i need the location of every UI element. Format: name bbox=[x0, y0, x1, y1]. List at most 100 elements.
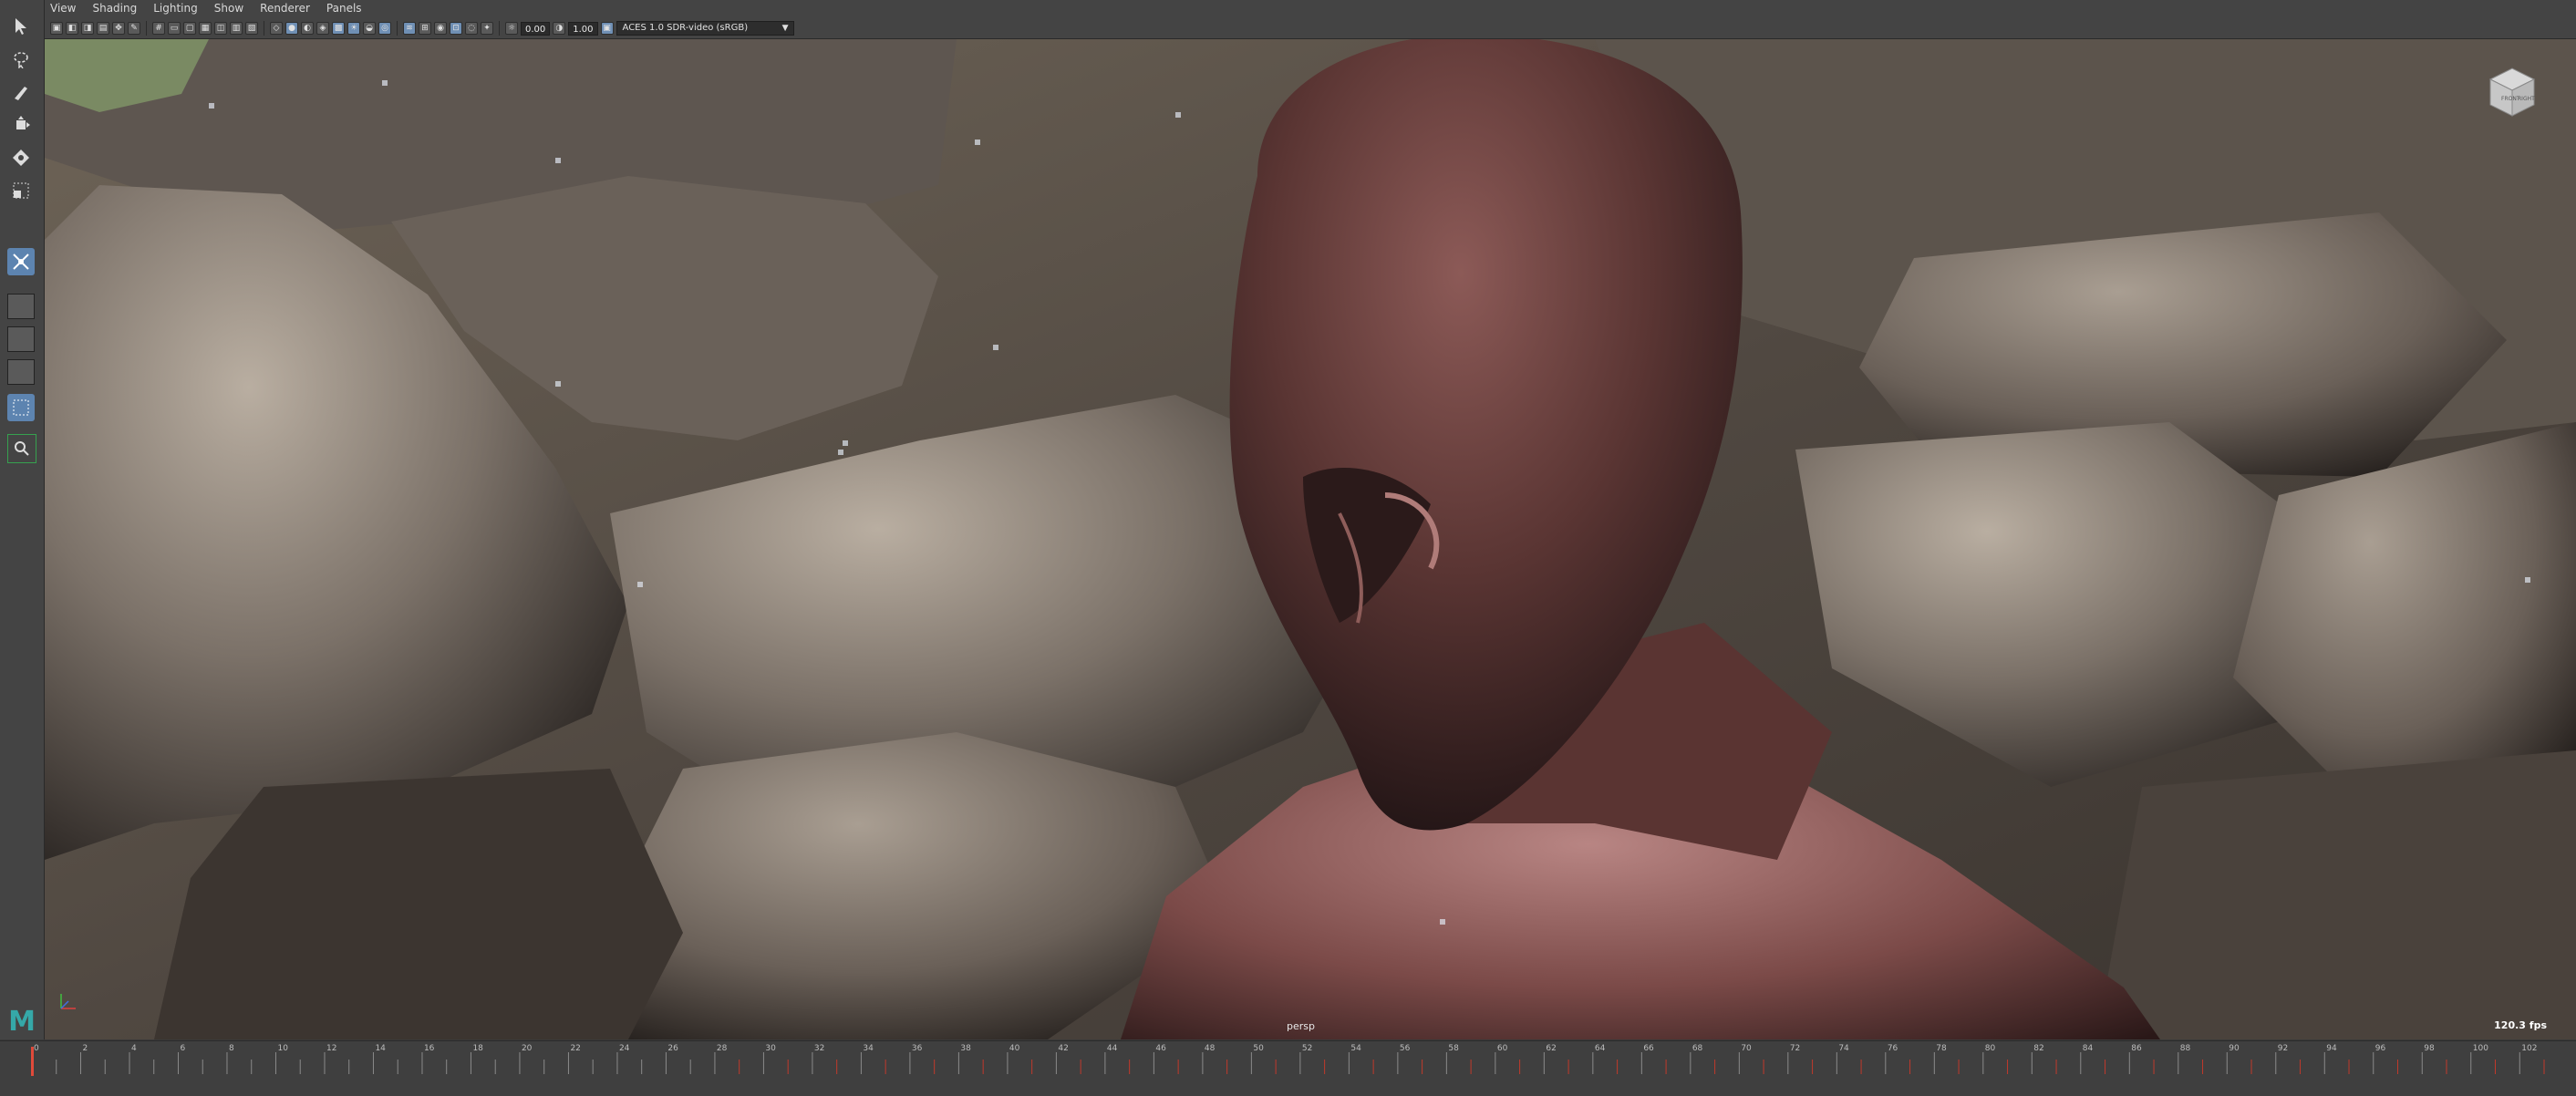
frame-tick-label: 62 bbox=[1546, 1044, 1556, 1053]
separator bbox=[397, 21, 398, 36]
four-pane-layout-icon[interactable] bbox=[7, 326, 35, 352]
safe-action-icon[interactable]: ▥ bbox=[230, 22, 243, 35]
frame-tick-label: 48 bbox=[1205, 1044, 1216, 1053]
rotate-tool-icon[interactable] bbox=[7, 144, 35, 171]
field-chart-icon[interactable]: ◫ bbox=[214, 22, 227, 35]
gamma-field[interactable]: 1.00 bbox=[568, 21, 598, 36]
safe-title-icon[interactable]: ▧ bbox=[245, 22, 258, 35]
camera-attributes-icon[interactable]: ◧ bbox=[66, 22, 78, 35]
frame-tick-label: 74 bbox=[1838, 1044, 1849, 1053]
xray-joints-icon[interactable]: ✦ bbox=[481, 22, 493, 35]
search-icon[interactable] bbox=[7, 434, 36, 463]
tool-box bbox=[0, 0, 45, 1039]
single-pane-layout-icon[interactable] bbox=[7, 294, 35, 319]
fps-label: 120.3 fps bbox=[2494, 1019, 2547, 1031]
frame-tick-label: 72 bbox=[1790, 1044, 1800, 1053]
panel-menu: View Shading Lighting Show Renderer Pane… bbox=[50, 2, 362, 18]
wireframe-icon[interactable]: ◇ bbox=[270, 22, 283, 35]
frame-tick-label: 12 bbox=[326, 1044, 336, 1053]
resolution-gate-icon[interactable]: ▢ bbox=[183, 22, 196, 35]
paint-select-tool-icon[interactable] bbox=[7, 78, 35, 106]
depth-of-field-icon[interactable]: ◉ bbox=[434, 22, 447, 35]
frame-tick-label: 36 bbox=[912, 1044, 923, 1053]
gate-mask-icon[interactable]: ▦ bbox=[199, 22, 212, 35]
outliner-layout-icon[interactable] bbox=[7, 394, 35, 421]
image-plane-icon[interactable]: ▤ bbox=[97, 22, 109, 35]
snap-move-tool-icon[interactable] bbox=[7, 248, 35, 275]
select-tool-icon[interactable] bbox=[7, 13, 35, 40]
isolate-select-icon[interactable]: ⊡ bbox=[450, 22, 462, 35]
frame-tick-label: 98 bbox=[2424, 1044, 2435, 1053]
menu-show[interactable]: Show bbox=[214, 2, 243, 18]
frame-tick-label: 68 bbox=[1692, 1044, 1703, 1053]
separator bbox=[499, 21, 500, 36]
color-management-icon[interactable]: ▣ bbox=[600, 22, 614, 35]
frame-tick-label: 24 bbox=[619, 1044, 630, 1053]
menu-renderer[interactable]: Renderer bbox=[260, 2, 310, 18]
frame-tick-label: 32 bbox=[814, 1044, 824, 1053]
viewport-persp[interactable]: FRONT RIGHT persp 120.3 fps bbox=[45, 39, 2576, 1039]
xray-icon[interactable]: ◌ bbox=[465, 22, 478, 35]
smooth-shade-icon[interactable]: ● bbox=[285, 22, 298, 35]
default-material-icon[interactable]: ◐ bbox=[301, 22, 314, 35]
2d-pan-zoom-icon[interactable]: ✥ bbox=[112, 22, 125, 35]
frame-tick-label: 90 bbox=[2229, 1044, 2240, 1053]
lasso-tool-icon[interactable] bbox=[7, 46, 35, 73]
select-camera-icon[interactable]: ▣ bbox=[50, 22, 63, 35]
motion-blur-icon[interactable]: ≋ bbox=[403, 22, 416, 35]
frame-tick-label: 14 bbox=[375, 1044, 386, 1053]
menu-panels[interactable]: Panels bbox=[326, 2, 362, 18]
grid-icon[interactable]: # bbox=[152, 22, 165, 35]
frame-tick-label: 78 bbox=[1936, 1044, 1947, 1053]
frame-tick-label: 100 bbox=[2473, 1044, 2488, 1053]
exposure-field[interactable]: 0.00 bbox=[521, 21, 551, 36]
move-tool-icon[interactable] bbox=[7, 111, 35, 139]
frame-tick-label: 26 bbox=[667, 1044, 678, 1053]
chevron-down-icon: ▼ bbox=[781, 24, 789, 33]
frame-tick-label: 0 bbox=[34, 1044, 39, 1053]
frame-tick-label: 42 bbox=[1058, 1044, 1068, 1053]
menu-view[interactable]: View bbox=[50, 2, 76, 18]
frame-tick-label: 4 bbox=[131, 1044, 137, 1053]
multisample-aa-icon[interactable]: ⊞ bbox=[419, 22, 431, 35]
separator bbox=[146, 21, 147, 36]
menu-lighting[interactable]: Lighting bbox=[153, 2, 198, 18]
frame-tick-label: 102 bbox=[2521, 1044, 2537, 1053]
frame-tick-label: 58 bbox=[1448, 1044, 1459, 1053]
frame-tick-label: 38 bbox=[960, 1044, 971, 1053]
frame-tick-label: 34 bbox=[863, 1044, 874, 1053]
gamma-icon[interactable]: ◑ bbox=[553, 22, 566, 35]
axis-gizmo-icon bbox=[60, 994, 76, 1009]
textured-icon[interactable]: ▩ bbox=[332, 22, 345, 35]
camera-label: persp bbox=[1287, 1020, 1315, 1032]
colorspace-dropdown[interactable]: ACES 1.0 SDR-video (sRGB) ▼ bbox=[616, 21, 794, 36]
bookmark-icon[interactable]: ◨ bbox=[81, 22, 94, 35]
frame-tick-label: 10 bbox=[277, 1044, 288, 1053]
frame-tick-label: 76 bbox=[1888, 1044, 1898, 1053]
maya-logo: M bbox=[0, 1003, 44, 1039]
exposure-icon[interactable]: ☼ bbox=[505, 22, 518, 35]
wireframe-on-shaded-icon[interactable]: ◈ bbox=[316, 22, 329, 35]
frame-tick-label: 92 bbox=[2278, 1044, 2288, 1053]
lighting-icon[interactable]: ☀ bbox=[347, 22, 360, 35]
frame-tick-label: 16 bbox=[424, 1044, 435, 1053]
frame-tick-label: 8 bbox=[229, 1044, 234, 1053]
shadows-icon[interactable]: ◒ bbox=[363, 22, 376, 35]
scale-tool-icon[interactable] bbox=[7, 177, 35, 204]
grease-pencil-icon[interactable]: ✎ bbox=[128, 22, 140, 35]
menu-shading[interactable]: Shading bbox=[92, 2, 137, 18]
screen-space-ao-icon[interactable]: ◎ bbox=[378, 22, 391, 35]
frame-tick-label: 40 bbox=[1009, 1044, 1020, 1053]
frame-tick-label: 18 bbox=[472, 1044, 483, 1053]
two-pane-layout-icon[interactable] bbox=[7, 359, 35, 385]
time-slider[interactable]: 0 2 4 6 8 10 12 14 16 18 20 22 24 26 28 30 32 34 36 38 40 42 4… bbox=[0, 1040, 2576, 1096]
viewcube-icon[interactable]: FRONT RIGHT bbox=[2483, 63, 2541, 121]
film-gate-icon[interactable]: ▭ bbox=[168, 22, 181, 35]
frame-tick-label: 52 bbox=[1302, 1044, 1312, 1053]
frame-tick-label: 22 bbox=[570, 1044, 580, 1053]
current-frame-marker[interactable] bbox=[31, 1047, 34, 1076]
frame-tick-label: 88 bbox=[2180, 1044, 2191, 1053]
frame-tick-label: 56 bbox=[1400, 1044, 1411, 1053]
frame-tick-label: 54 bbox=[1350, 1044, 1361, 1053]
viewport-render-image bbox=[45, 39, 2576, 1039]
